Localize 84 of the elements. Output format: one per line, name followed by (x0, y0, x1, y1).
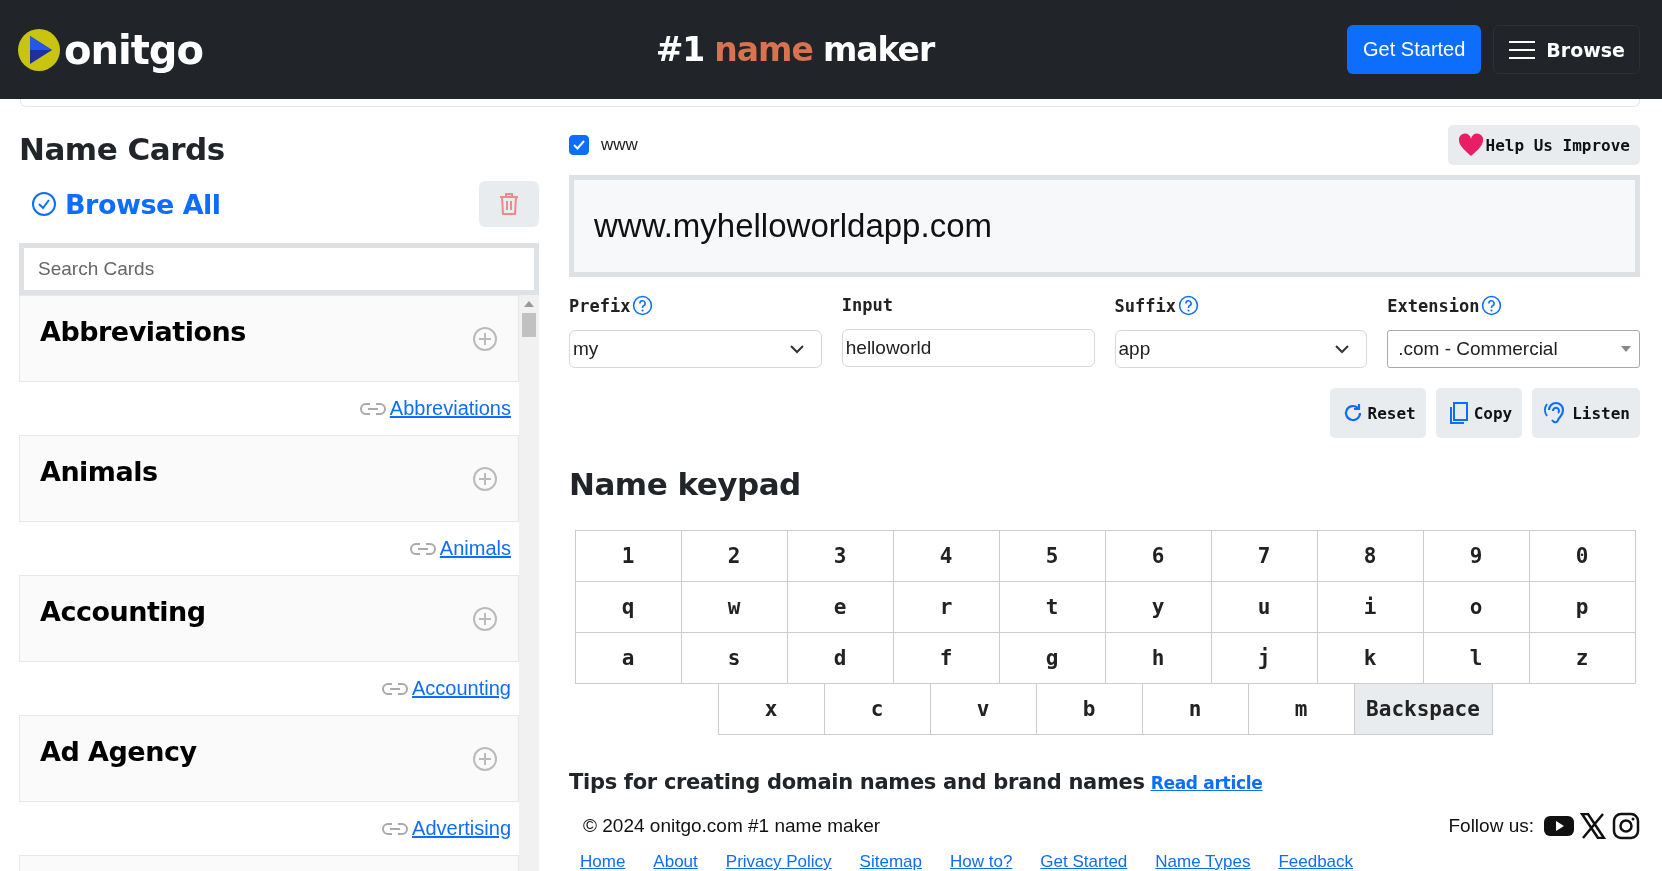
x-icon[interactable] (1580, 813, 1606, 839)
name-card[interactable]: Abbreviations (19, 295, 519, 382)
footer-link[interactable]: Privacy Policy (725, 852, 832, 871)
card-link[interactable]: Accounting (412, 677, 511, 700)
footer-link[interactable]: Sitemap (859, 852, 922, 871)
card-link[interactable]: Animals (439, 537, 511, 560)
search-field[interactable]: Search Cards (19, 243, 539, 295)
copy-icon (1447, 401, 1470, 425)
help-improve-button[interactable]: Help Us Improve (1447, 125, 1640, 165)
footer-link[interactable]: How to? (950, 852, 1013, 871)
select-field[interactable]: app (1114, 330, 1368, 368)
help-icon[interactable] (632, 295, 654, 316)
caret-icon (1621, 346, 1631, 352)
browse-all-link[interactable]: Browse All (31, 188, 221, 220)
follow-label: Follow us: (1448, 815, 1534, 837)
name-card[interactable]: Ad Agency (19, 715, 519, 802)
name-card[interactable]: Animals (19, 435, 519, 522)
check-icon (573, 140, 585, 150)
heart-icon (1457, 133, 1484, 157)
footer-link[interactable]: Home (580, 852, 626, 871)
field-label: Suffix (1114, 295, 1176, 316)
field-label: Prefix (569, 295, 631, 316)
keypad-key[interactable]: z (1528, 632, 1636, 684)
keypad-key[interactable]: a (574, 632, 682, 684)
footer-link[interactable]: Get Started (1040, 852, 1128, 871)
tips-text: Tips for creating domain names and brand names Read article (569, 770, 1264, 794)
tagline-word: maker (822, 30, 935, 69)
get-started-button[interactable]: Get Started (1347, 25, 1482, 74)
add-icon[interactable] (472, 466, 498, 492)
add-icon[interactable] (472, 326, 498, 352)
link-icon (382, 681, 409, 696)
card-title: Accounting (40, 596, 206, 629)
scrollbar[interactable] (519, 295, 539, 871)
tagline-word: #1 (655, 30, 705, 69)
scroll-up-icon[interactable] (524, 301, 534, 307)
copyright-text: © 2024 onitgo.com #1 name maker (583, 815, 881, 837)
field-label: Input (841, 295, 893, 315)
menu-icon (1508, 39, 1537, 60)
card-title: Abbreviations (40, 316, 246, 349)
scroll-thumb[interactable] (522, 313, 536, 337)
tagline-word: name (714, 30, 813, 69)
add-icon[interactable] (472, 746, 498, 772)
sidebar-title: Name Cards (19, 131, 226, 167)
logo-text: onitgo (64, 26, 203, 73)
browse-button[interactable]: Browse (1493, 25, 1640, 74)
select-field[interactable]: my (569, 330, 822, 368)
keypad-key[interactable]: x (717, 683, 825, 735)
keypad-title: Name keypad (569, 466, 802, 502)
keypad-key[interactable]: 1 (574, 530, 682, 582)
footer-link[interactable]: Feedback (1278, 852, 1354, 871)
camera-icon[interactable] (1612, 812, 1640, 840)
copy-button[interactable]: Copy (1435, 388, 1523, 438)
footer-link[interactable]: About (653, 852, 698, 871)
select-field[interactable]: .com - Commercial (1387, 330, 1640, 368)
link-icon (409, 541, 436, 556)
help-icon[interactable] (1481, 295, 1503, 316)
checkbox-label: www (601, 135, 638, 155)
chevron-down-icon (788, 344, 805, 354)
card-title: Ad Agency (40, 736, 197, 769)
video-play-icon[interactable] (1544, 815, 1574, 837)
check-circle-icon (31, 191, 57, 217)
card-link[interactable]: Advertising (412, 817, 511, 840)
name-card[interactable]: Accounting (19, 575, 519, 662)
card-title: Animals (40, 456, 158, 489)
trash-icon (499, 193, 519, 215)
reset-button[interactable]: Reset (1329, 388, 1426, 438)
card-link[interactable]: Abbreviations (389, 397, 511, 420)
input-field[interactable]: helloworld (841, 329, 1095, 367)
read-article-link[interactable]: Read article (1150, 773, 1263, 793)
listen-button[interactable]: Listen (1532, 388, 1640, 438)
footer-link[interactable]: Name Types (1155, 852, 1251, 871)
delete-button[interactable] (479, 181, 539, 227)
logo-icon (18, 28, 60, 71)
keypad-key[interactable]: 0 (1528, 530, 1636, 582)
link-icon (382, 821, 409, 836)
link-icon (359, 401, 386, 416)
chevron-down-icon (1334, 344, 1351, 354)
help-icon[interactable] (1177, 295, 1199, 316)
checkbox[interactable] (569, 135, 589, 155)
field-label: Extension (1387, 295, 1480, 316)
backspace-key[interactable]: Backspace (1353, 683, 1493, 735)
www-checkbox[interactable]: www (569, 135, 638, 155)
domain-preview: www.myhelloworldapp.com (569, 175, 1640, 277)
add-icon[interactable] (472, 606, 498, 632)
